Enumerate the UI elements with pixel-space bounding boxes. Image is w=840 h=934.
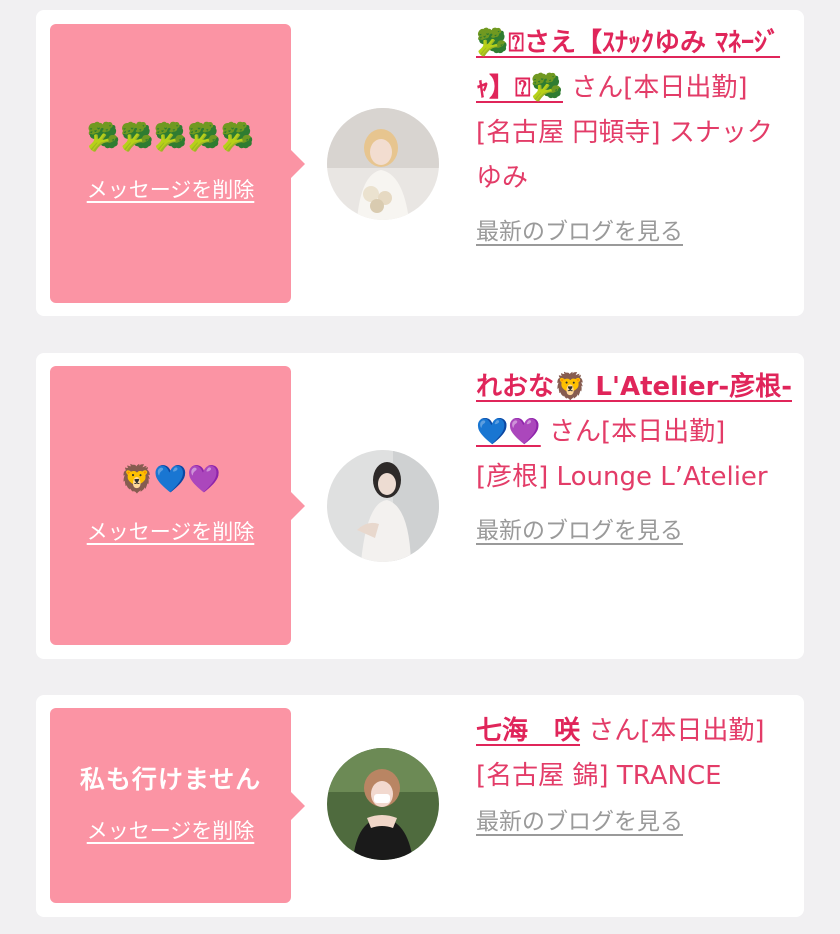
message-bubble: 🥦🥦🥦🥦🥦 メッセージを削除 — [50, 24, 305, 303]
shop-name: [名古屋 円頓寺] スナック ゆみ — [476, 118, 773, 193]
delete-message-link[interactable]: メッセージを削除 — [87, 815, 255, 845]
attendance-status: さん[本日出勤] — [588, 716, 765, 746]
attendance-status: さん[本日出勤] — [549, 417, 726, 447]
latest-blog-link[interactable]: 最新のブログを見る — [476, 805, 683, 839]
avatar[interactable] — [327, 748, 439, 860]
avatar-photo — [327, 108, 439, 220]
message-text: 🦁💙💜 — [120, 463, 221, 495]
shop-name: [彦根] Lounge L’Atelier — [476, 462, 768, 492]
avatar-photo — [327, 450, 439, 562]
delete-message-link[interactable]: メッセージを削除 — [87, 174, 255, 204]
cast-info: 🥦⍰さえ【ｽﾅｯｸゆみ ﾏﾈｰｼﾞｬ】⍰🥦 さん[本日出勤] [名古屋 円頓寺]… — [476, 21, 792, 254]
cast-info: 七海 咲 さん[本日出勤] [名古屋 錦] TRANCE 最新のブログを見る — [476, 709, 792, 844]
message-card: 🥦🥦🥦🥦🥦 メッセージを削除 🥦⍰さえ【ｽﾅｯｸゆみ ﾏﾈｰｼﾞｬ】⍰🥦 さん[… — [36, 10, 804, 316]
cast-name-link[interactable]: 七海 咲 — [476, 716, 580, 746]
message-text: 🥦🥦🥦🥦🥦 — [86, 121, 255, 153]
message-bubble: 私も行けません メッセージを削除 — [50, 708, 305, 903]
avatar[interactable] — [327, 108, 439, 220]
attendance-status: さん[本日出勤] — [571, 73, 748, 103]
cast-info: れおな🦁 L'Atelier-彦根-💙💜 さん[本日出勤] [彦根] Loung… — [476, 365, 792, 553]
avatar-photo — [327, 748, 439, 860]
message-card: 私も行けません メッセージを削除 七海 咲 さん[本日出勤] [名古屋 錦] T… — [36, 695, 804, 917]
message-bubble: 🦁💙💜 メッセージを削除 — [50, 366, 305, 645]
latest-blog-link[interactable]: 最新のブログを見る — [476, 215, 683, 249]
latest-blog-link[interactable]: 最新のブログを見る — [476, 514, 683, 548]
shop-name: [名古屋 錦] TRANCE — [476, 761, 722, 791]
delete-message-link[interactable]: メッセージを削除 — [87, 516, 255, 546]
avatar[interactable] — [327, 450, 439, 562]
message-card: 🦁💙💜 メッセージを削除 れおな🦁 L'Atelier-彦根-💙💜 さん[本日出… — [36, 353, 804, 659]
message-text: 私も行けません — [79, 764, 262, 794]
